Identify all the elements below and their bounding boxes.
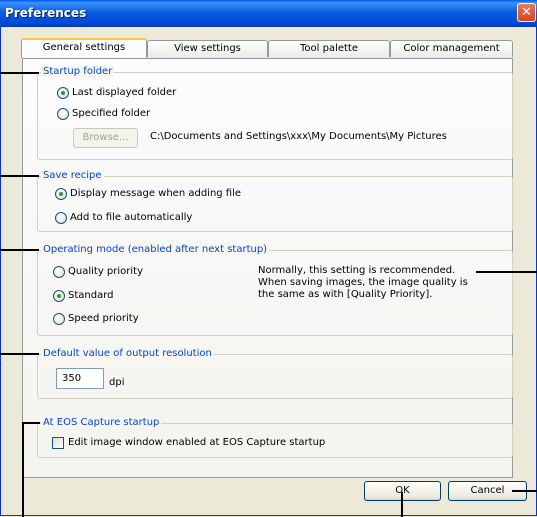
tab-label: Color management xyxy=(403,43,500,54)
callout-line-save-recipe xyxy=(0,175,39,177)
resolution-input[interactable]: 350 xyxy=(56,368,104,389)
radio-specified-folder[interactable] xyxy=(57,108,69,120)
tab-tool-palette[interactable]: Tool palette xyxy=(268,40,390,57)
window-title: Preferences xyxy=(5,6,87,20)
tab-general-settings[interactable]: General settings xyxy=(21,38,147,58)
radio-label-add-automatically: Add to file automatically xyxy=(70,212,193,223)
output-resolution-legend: Default value of output resolution xyxy=(41,348,214,359)
tab-label: View settings xyxy=(174,43,241,54)
callout-line-cancel xyxy=(512,490,537,492)
callout-line-eos-capture-h xyxy=(22,422,40,424)
callout-line-ok xyxy=(401,492,403,517)
radio-label-quality: Quality priority xyxy=(68,266,143,277)
radio-quality-priority[interactable] xyxy=(53,266,65,278)
callout-line-output-resolution xyxy=(0,353,39,355)
browse-button[interactable]: Browse... xyxy=(73,128,138,148)
radio-speed-priority[interactable] xyxy=(53,313,65,325)
resolution-unit: dpi xyxy=(109,377,125,388)
eos-capture-legend: At EOS Capture startup xyxy=(41,417,162,428)
tab-color-management[interactable]: Color management xyxy=(390,40,513,57)
save-recipe-group xyxy=(37,176,513,232)
startup-folder-path: C:\Documents and Settings\xxx\My Documen… xyxy=(150,131,447,142)
startup-folder-legend: Startup folder xyxy=(41,66,115,77)
radio-label-last-displayed: Last displayed folder xyxy=(72,87,177,98)
callout-line-operating-mode xyxy=(0,249,39,251)
radio-last-displayed-folder[interactable] xyxy=(57,87,69,99)
operating-mode-note-line1: Normally, this setting is recommended. xyxy=(258,265,456,276)
close-icon: ✕ xyxy=(521,5,532,20)
radio-label-specified: Specified folder xyxy=(72,108,151,119)
operating-mode-legend: Operating mode (enabled after next start… xyxy=(41,244,270,255)
title-bar: Preferences ✕ xyxy=(0,0,537,27)
radio-display-message[interactable] xyxy=(55,188,67,200)
save-recipe-legend: Save recipe xyxy=(41,170,104,181)
operating-mode-note-line2: When saving images, the image quality is xyxy=(258,277,468,288)
callout-line-operating-note xyxy=(476,271,537,273)
radio-label-display-message: Display message when adding file xyxy=(70,188,242,199)
operating-mode-note-line3: the same as with [Quality Priority]. xyxy=(258,289,433,300)
edit-window-checkbox-label: Edit image window enabled at EOS Capture… xyxy=(68,437,326,448)
callout-line-startup-folder xyxy=(0,72,39,74)
radio-label-standard: Standard xyxy=(68,290,114,301)
radio-label-speed: Speed priority xyxy=(68,313,139,324)
callout-line-eos-capture-v xyxy=(22,422,24,517)
edit-window-checkbox[interactable] xyxy=(52,437,64,449)
close-button[interactable]: ✕ xyxy=(517,3,536,22)
tab-label: Tool palette xyxy=(299,43,358,54)
radio-standard[interactable] xyxy=(53,290,65,302)
radio-add-automatically[interactable] xyxy=(55,212,67,224)
tab-label: General settings xyxy=(42,42,126,53)
tab-view-settings[interactable]: View settings xyxy=(147,40,268,57)
